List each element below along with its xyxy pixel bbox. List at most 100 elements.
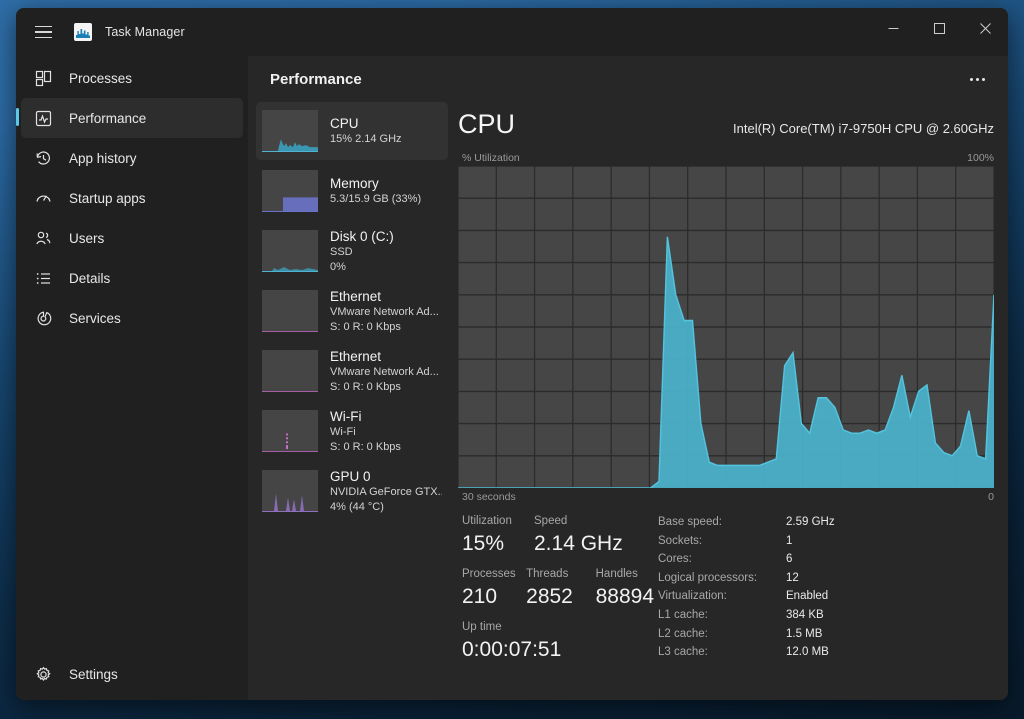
sidebar-item-label: Users — [69, 230, 105, 246]
stat-value: 88894 — [595, 585, 655, 608]
resource-sub-2: S: 0 R: 0 Kbps — [330, 440, 401, 453]
sidebar-item-settings[interactable]: Settings — [21, 654, 243, 694]
resource-name: GPU 0 — [330, 468, 371, 484]
resource-sub-2: S: 0 R: 0 Kbps — [330, 320, 401, 333]
cpu-thumbnail-graph — [262, 110, 318, 152]
spec-row: Cores: 6 — [658, 550, 994, 569]
resource-name: Wi-Fi — [330, 408, 362, 424]
sidebar-item-details[interactable]: Details — [21, 258, 243, 298]
spec-row: Virtualization: Enabled — [658, 587, 994, 606]
resource-text: GPU 0 NVIDIA GeForce GTX... 4% (44 °C) — [330, 468, 442, 515]
graph-axis-top: % Utilization 100% — [458, 142, 994, 166]
resource-name: CPU — [330, 116, 359, 131]
sidebar-item-label: Details — [69, 270, 111, 286]
stat-value: 210 — [462, 585, 498, 608]
spec-value: 6 — [786, 553, 793, 566]
sidebar-item-app-history[interactable]: App history — [21, 138, 243, 178]
sidebar-item-users[interactable]: Users — [21, 218, 243, 258]
processes-icon — [33, 68, 53, 88]
spec-value: 384 KB — [786, 608, 824, 621]
resource-item-memory[interactable]: Memory 5.3/15.9 GB (33%) — [256, 162, 448, 220]
stat-row-utilization-speed: Utilization 15% Speed 2.14 GHz — [462, 513, 658, 558]
spec-value: Enabled — [786, 590, 829, 603]
resource-text: Memory 5.3/15.9 GB (33%) — [330, 175, 421, 207]
spec-label: L3 cache: — [658, 646, 708, 659]
cpu-utilization-graph[interactable] — [458, 166, 994, 488]
y-axis-label: % Utilization — [462, 152, 520, 164]
y-axis-max: 100% — [967, 152, 994, 164]
gpu-thumbnail-graph — [262, 470, 318, 512]
resource-sub-2: 4% (44 °C) — [330, 500, 384, 513]
resource-text: Ethernet VMware Network Ad... S: 0 R: 0 … — [330, 288, 439, 335]
stat-utilization: Utilization 15% — [462, 513, 534, 558]
graph-axis-bottom: 30 seconds 0 — [458, 488, 994, 503]
stat-row-processes-threads-handles: Processes 210 Threads 2852 Handles 88894 — [462, 566, 658, 611]
detail-header: CPU Intel(R) Core(TM) i7-9750H CPU @ 2.6… — [458, 102, 994, 142]
resource-sub: VMware Network Ad... — [330, 305, 439, 318]
resource-sub-2: 0% — [330, 260, 346, 273]
app-history-icon — [33, 148, 53, 168]
resource-name: Ethernet — [330, 288, 382, 304]
stat-value: 2.14 GHz — [534, 532, 623, 555]
sidebar-item-startup-apps[interactable]: Startup apps — [21, 178, 243, 218]
stat-label: Threads — [526, 568, 569, 580]
wifi-thumbnail-graph — [262, 410, 318, 452]
gear-icon — [33, 664, 53, 684]
cpu-stats-left: Utilization 15% Speed 2.14 GHz Processes… — [462, 513, 658, 664]
sidebar-item-label: Processes — [69, 70, 133, 86]
stat-uptime: Up time 0:00:07:51 — [462, 619, 561, 664]
resource-sub: 5.3/15.9 GB (33%) — [330, 193, 422, 205]
spec-value: 12.0 MB — [786, 646, 829, 659]
services-icon — [33, 308, 53, 328]
sidebar-item-label: Startup apps — [69, 190, 146, 206]
resource-name: Ethernet — [330, 348, 382, 364]
x-axis-end: 0 — [988, 491, 994, 503]
sidebar-item-label: Performance — [69, 110, 147, 126]
task-manager-window: Task Manager Processes Performance App h… — [16, 8, 1008, 700]
spec-row: Logical processors: 12 — [658, 569, 994, 588]
resource-text: CPU 15% 2.14 GHz — [330, 115, 402, 147]
spec-label: L2 cache: — [658, 627, 708, 640]
sidebar-item-label: Settings — [69, 666, 118, 682]
detail-title: CPU — [458, 109, 516, 139]
sidebar-item-label: App history — [69, 150, 137, 166]
spec-row: L1 cache: 384 KB — [658, 606, 994, 625]
stat-label: Up time — [462, 621, 502, 633]
sidebar-item-services[interactable]: Services — [21, 298, 243, 338]
cpu-model-name: Intel(R) Core(TM) i7-9750H CPU @ 2.60GHz — [733, 121, 994, 136]
spec-row: Sockets: 1 — [658, 532, 994, 551]
spec-row: Base speed: 2.59 GHz — [658, 513, 994, 532]
resource-name: Memory — [330, 176, 379, 191]
spec-value: 1.5 MB — [786, 627, 823, 640]
close-button[interactable] — [962, 8, 1008, 48]
stat-label: Handles — [595, 568, 638, 580]
window-title: Task Manager — [105, 25, 185, 39]
sidebar-item-processes[interactable]: Processes — [21, 58, 243, 98]
spec-label: Cores: — [658, 553, 692, 566]
maximize-button[interactable] — [916, 8, 962, 48]
stat-value: 2852 — [526, 585, 573, 608]
resource-item-ethernet-2[interactable]: Ethernet VMware Network Ad... S: 0 R: 0 … — [256, 342, 448, 400]
resource-item-wifi[interactable]: Wi-Fi Wi-Fi S: 0 R: 0 Kbps — [256, 402, 448, 460]
more-options-icon[interactable] — [960, 64, 994, 94]
ethernet-thumbnail-graph — [262, 350, 318, 392]
spec-label: L1 cache: — [658, 608, 708, 621]
resource-item-ethernet-1[interactable]: Ethernet VMware Network Ad... S: 0 R: 0 … — [256, 282, 448, 340]
details-icon — [33, 268, 53, 288]
memory-thumbnail-graph — [262, 170, 318, 212]
minimize-button[interactable] — [870, 8, 916, 48]
resource-item-gpu0[interactable]: GPU 0 NVIDIA GeForce GTX... 4% (44 °C) — [256, 462, 448, 520]
sidebar-item-performance[interactable]: Performance — [16, 98, 243, 138]
resource-text: Ethernet VMware Network Ad... S: 0 R: 0 … — [330, 348, 439, 395]
resource-sub-2: S: 0 R: 0 Kbps — [330, 380, 401, 393]
spec-label: Logical processors: — [658, 571, 758, 584]
spec-value: 1 — [786, 534, 793, 547]
hamburger-menu-icon[interactable] — [21, 14, 65, 50]
resource-text: Wi-Fi Wi-Fi S: 0 R: 0 Kbps — [330, 408, 401, 455]
stat-label: Utilization — [462, 515, 512, 527]
sidebar-item-label: Services — [69, 310, 121, 326]
resource-item-cpu[interactable]: CPU 15% 2.14 GHz — [256, 102, 448, 160]
resource-item-disk0[interactable]: Disk 0 (C:) SSD 0% — [256, 222, 448, 280]
stat-value: 15% — [462, 532, 505, 555]
